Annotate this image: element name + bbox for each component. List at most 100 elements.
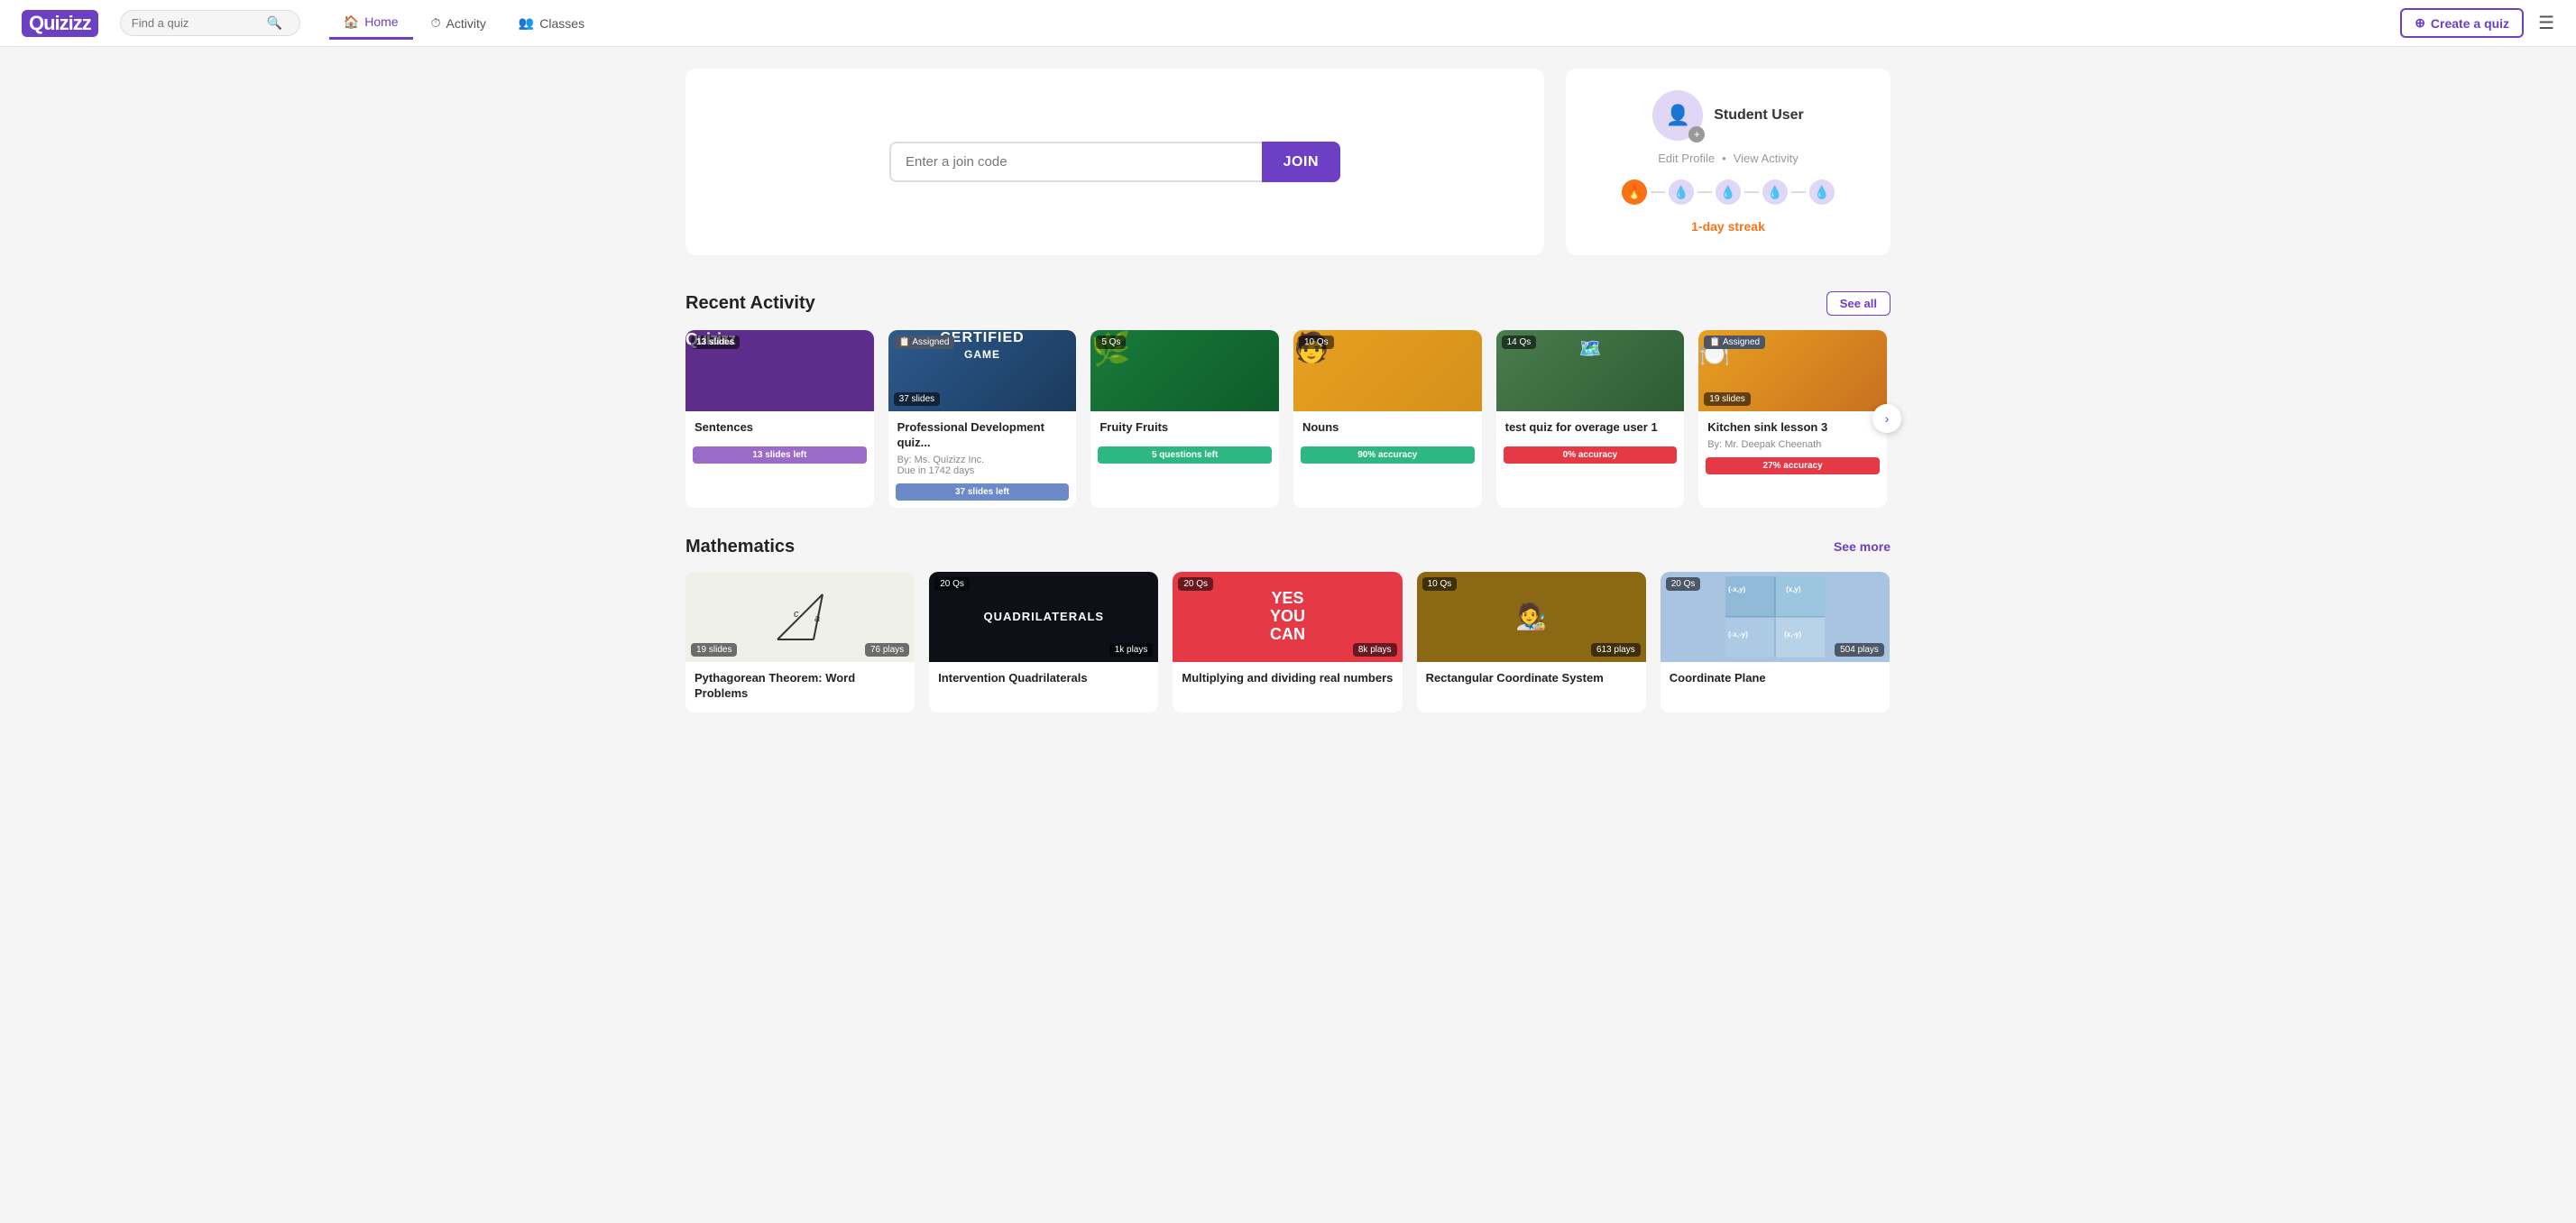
search-bar[interactable]: 🔍 [120,10,300,36]
coordinate-plane-diagram: (-x,y) (x,y) (-x,-y) (x,-y) [1661,572,1890,662]
card-pythagorean[interactable]: c a 19 slides 76 plays Pythagorean Theor… [685,572,915,713]
nav-classes[interactable]: 👥 Classes [504,8,599,38]
join-input[interactable] [889,142,1262,182]
card-kitchen-sink[interactable]: 📋 Assigned 19 slides 🍽️ Kitchen sink les… [1698,330,1887,508]
edit-profile-link[interactable]: Edit Profile [1658,152,1715,165]
svg-text:a: a [814,613,820,624]
slides-badge-prof-dev: 37 slides [894,392,940,406]
card-thumb-pyth: c a 19 slides 76 plays [685,572,915,662]
avatar-plus-icon: + [1688,126,1705,143]
card-thumb-kitchen: 📋 Assigned 19 slides 🍽️ [1698,330,1887,411]
search-input[interactable] [132,16,267,30]
card-thumb-quad: 20 Qs 1k plays QUADRILATERALS [929,572,1158,662]
mathematics-header: Mathematics See more [685,537,1891,557]
badge-prof-dev: 📋 Assigned [894,336,955,349]
svg-text:(-x,y): (-x,y) [1728,585,1745,593]
profile-name: Student User [1714,107,1804,124]
card-info-coord: Coordinate Plane [1661,662,1890,697]
status-test: 0% accuracy [1504,446,1678,464]
card-professional-dev[interactable]: 📋 Assigned 37 slides CERTIFIEDGaMe Profe… [888,330,1077,508]
home-icon: 🏠 [344,14,359,30]
streak-dots: 🔥 💧 💧 💧 💧 [1622,179,1835,205]
nav-links: 🏠 Home ⏱ Activity 👥 Classes [329,7,2400,40]
logo[interactable]: Quizizz [22,10,98,37]
badge-fruity: 5 Qs [1096,336,1126,349]
card-thumb-multiply: 20 Qs 8k plays YESYOUCAN [1173,572,1402,662]
streak-dot-2: 💧 [1669,179,1694,205]
card-info-fruity: Fruity Fruits [1090,411,1279,446]
create-quiz-button[interactable]: ⊕ Create a quiz [2400,8,2524,38]
status-prof-dev: 37 slides left [896,483,1070,501]
nav-right: ⊕ Create a quiz ☰ [2400,8,2554,38]
streak-dot-5: 💧 [1809,179,1835,205]
join-button[interactable]: JOIN [1262,142,1340,182]
badge-kitchen: 📋 Assigned [1704,336,1765,349]
see-more-button[interactable]: See more [1834,539,1891,554]
streak-dot-3: 💧 [1716,179,1741,205]
card-sentences[interactable]: 13 slides Quizizz Sentences 13 slides le… [685,330,874,508]
plus-icon: ⊕ [2415,15,2425,31]
card-info-prof-dev: Professional Development quiz... By: Ms.… [888,411,1077,483]
card-title-fruity: Fruity Fruits [1099,420,1270,436]
nav-activity[interactable]: ⏱ Activity [417,8,501,38]
status-sentences: 13 slides left [693,446,867,464]
streak-dot-4: 💧 [1762,179,1788,205]
join-card: JOIN [685,69,1544,255]
card-multiply[interactable]: 20 Qs 8k plays YESYOUCAN Multiplying and… [1173,572,1402,713]
profile-separator: • [1722,152,1726,165]
mathematics-title: Mathematics [685,537,795,557]
svg-text:c: c [794,609,799,620]
logo-text: Quizizz [22,10,98,37]
recent-activity-header: Recent Activity See all [685,291,1891,316]
card-info-nouns: Nouns [1293,411,1482,446]
plays-badge-rect: 613 plays [1591,643,1641,657]
card-thumb-prof-dev: 📋 Assigned 37 slides CERTIFIEDGaMe [888,330,1077,411]
card-info-rect: Rectangular Coordinate System [1417,662,1646,697]
card-info-test: test quiz for overage user 1 [1496,411,1685,446]
svg-text:(x,-y): (x,-y) [1784,630,1801,639]
card-meta-kitchen: By: Mr. Deepak Cheenath [1707,439,1878,450]
card-nouns[interactable]: 10 Qs 🧑 Nouns 90% accuracy [1293,330,1482,508]
card-info-pyth: Pythagorean Theorem: Word Problems [685,662,915,713]
card-meta-prof-dev: By: Ms. Quizizz Inc.Due in 1742 days [897,455,1068,476]
streak-connector-1 [1651,191,1665,193]
activity-icon: ⏱ [431,15,441,31]
cards-next-arrow[interactable]: › [1872,404,1901,433]
join-form: JOIN [889,142,1340,182]
card-title-sentences: Sentences [695,420,865,436]
card-rectangular-coord[interactable]: 10 Qs 613 plays 🧑‍🎨 Rectangular Coordina… [1417,572,1646,713]
search-icon: 🔍 [267,15,282,31]
card-thumb-nouns: 10 Qs 🧑 [1293,330,1482,411]
pythagorean-diagram: c a [768,585,832,648]
card-coordinate-plane[interactable]: 20 Qs 504 plays (-x,y) (x,y) (-x,-y) (x,… [1661,572,1890,713]
plays-badge-pyth: 76 plays [865,643,909,657]
badge-test: 14 Qs [1502,336,1537,349]
card-intervention-quad[interactable]: 20 Qs 1k plays QUADRILATERALS Interventi… [929,572,1158,713]
card-title-coord: Coordinate Plane [1670,671,1881,686]
svg-text:(x,y): (x,y) [1786,585,1801,593]
card-thumb-fruity: 5 Qs 🌿 [1090,330,1279,411]
mathematics-cards-row: c a 19 slides 76 plays Pythagorean Theor… [685,572,1891,713]
badge-quad: 20 Qs [934,577,970,591]
view-activity-link[interactable]: View Activity [1734,152,1799,165]
svg-text:(-x,-y): (-x,-y) [1728,630,1748,639]
card-title-pyth: Pythagorean Theorem: Word Problems [695,671,906,702]
status-fruity: 5 questions left [1098,446,1272,464]
badge-multiply: 20 Qs [1178,577,1213,591]
card-info-sentences: Sentences [685,411,874,446]
card-test-quiz[interactable]: 14 Qs 🗺️ test quiz for overage user 1 0%… [1496,330,1685,508]
streak-connector-2 [1697,191,1712,193]
card-info-multiply: Multiplying and dividing real numbers [1173,662,1402,697]
status-nouns: 90% accuracy [1301,446,1475,464]
streak-connector-4 [1791,191,1806,193]
nav-home[interactable]: 🏠 Home [329,7,413,40]
streak-label: 1-day streak [1691,219,1765,234]
recent-activity-title: Recent Activity [685,293,815,314]
card-title-prof-dev: Professional Development quiz... [897,420,1068,451]
mathematics-section: Mathematics See more c a 19 slides 76 pl… [685,537,1891,713]
plays-badge-multiply: 8k plays [1353,643,1397,657]
see-all-button[interactable]: See all [1826,291,1891,316]
card-thumb-sentences: 13 slides Quizizz [685,330,874,411]
menu-icon[interactable]: ☰ [2538,12,2554,34]
card-fruity-fruits[interactable]: 5 Qs 🌿 Fruity Fruits 5 questions left [1090,330,1279,508]
